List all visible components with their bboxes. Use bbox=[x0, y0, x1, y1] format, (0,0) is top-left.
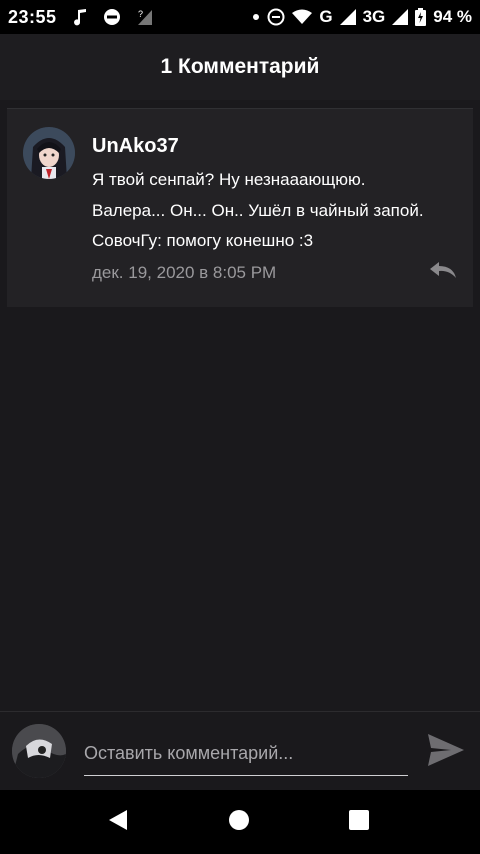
page-title: 1 Комментарий bbox=[160, 55, 320, 78]
screen: 23:55 ? G 3G 94 % 1 Комментарий UnAko37 … bbox=[0, 0, 480, 854]
home-button[interactable] bbox=[227, 809, 251, 836]
signal-icon bbox=[339, 9, 356, 25]
wifi-icon bbox=[292, 9, 313, 25]
music-note-icon bbox=[73, 8, 87, 26]
comment-text-line: Валера... Он... Он.. Ушёл в чайный запой… bbox=[92, 201, 424, 220]
send-button[interactable] bbox=[424, 732, 468, 772]
back-button[interactable] bbox=[106, 808, 130, 837]
back-icon bbox=[107, 808, 129, 837]
comment-date: дек. 19, 2020 в 8:05 PM bbox=[92, 263, 277, 282]
status-bar-left: 23:55 ? bbox=[0, 7, 153, 28]
battery-charging-icon bbox=[415, 8, 427, 26]
battery-percent: 94 % bbox=[433, 7, 472, 26]
comment-text-line: Я твой сенпай? Ну незнааающюю. bbox=[92, 170, 366, 189]
status-bar-right: G 3G 94 % bbox=[252, 7, 480, 27]
svg-text:?: ? bbox=[138, 9, 143, 19]
recents-button[interactable] bbox=[347, 809, 371, 836]
home-icon bbox=[228, 809, 250, 836]
comment-text-line: СовочГу: помогу конешно :3 bbox=[92, 231, 314, 250]
recents-icon bbox=[348, 809, 370, 836]
network-type-label-2: 3G bbox=[362, 7, 386, 26]
send-icon bbox=[427, 733, 465, 772]
signal-icon bbox=[392, 9, 409, 25]
avatar[interactable] bbox=[23, 127, 75, 179]
header: 1 Комментарий bbox=[0, 34, 480, 100]
network-type-label: G bbox=[319, 7, 333, 26]
reply-icon bbox=[429, 261, 457, 284]
comment-composer bbox=[0, 711, 480, 791]
no-signal-icon: ? bbox=[137, 8, 153, 26]
dnd-icon bbox=[267, 8, 285, 26]
comment-input[interactable] bbox=[84, 732, 408, 776]
navigation-bar bbox=[0, 790, 480, 854]
dnd-icon bbox=[103, 8, 121, 26]
status-bar: 23:55 ? G 3G 94 % bbox=[0, 0, 480, 34]
comment-author[interactable]: UnAko37 bbox=[92, 135, 179, 158]
status-time: 23:55 bbox=[8, 6, 57, 27]
comment-card: UnAko37 Я твой сенпай? Ну незнааающюю. В… bbox=[7, 108, 473, 307]
reply-button[interactable] bbox=[427, 260, 459, 284]
dot-icon bbox=[252, 13, 260, 21]
avatar bbox=[12, 724, 66, 778]
